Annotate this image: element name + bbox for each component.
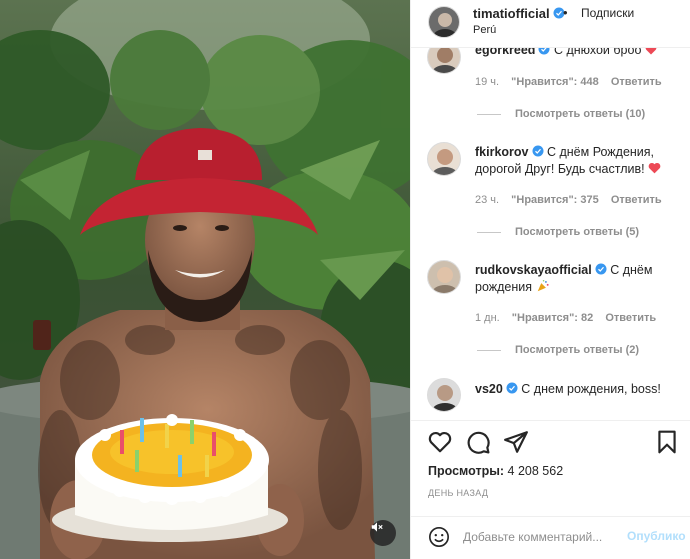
author-username-text: timatiofficial xyxy=(473,6,550,21)
view-replies-label: Посмотреть ответы (5) xyxy=(515,226,640,238)
comment-age[interactable]: 23 ч. xyxy=(475,194,499,206)
view-replies-button[interactable]: Посмотреть ответы (10) xyxy=(477,108,645,120)
replies-line xyxy=(477,231,501,233)
reply-button[interactable]: Ответить xyxy=(611,194,662,206)
view-replies-button[interactable]: Посмотреть ответы (2) xyxy=(477,344,639,356)
avatar-image xyxy=(428,143,460,175)
view-replies-label: Посмотреть ответы (10) xyxy=(515,108,646,120)
comment-input[interactable] xyxy=(463,527,623,547)
commenter-avatar[interactable] xyxy=(427,260,461,294)
post-location[interactable]: Perú xyxy=(473,24,496,36)
verified-badge-icon xyxy=(532,145,543,157)
video-frame xyxy=(0,0,410,559)
avatar-image xyxy=(428,261,460,293)
commenter-avatar[interactable] xyxy=(427,142,461,176)
comment-text-block: rudkovskayaofficial С днём рождения xyxy=(475,262,685,296)
reply-button[interactable]: Ответить xyxy=(605,312,656,324)
comment-username[interactable]: fkirkorov xyxy=(475,145,529,159)
paper-plane-icon[interactable] xyxy=(503,429,529,455)
avatar-image xyxy=(429,7,459,37)
views-label: Просмотры: xyxy=(428,464,505,478)
comment-likes[interactable]: "Нравится": 448 xyxy=(511,76,599,88)
comment-username[interactable]: egorkreed xyxy=(475,48,535,57)
verified-badge-icon xyxy=(538,48,550,55)
heart-emoji-icon xyxy=(645,48,657,55)
author-avatar[interactable] xyxy=(428,6,460,38)
comment-username[interactable]: rudkovskayaofficial xyxy=(475,263,592,277)
comment-likes[interactable]: "Нравится": 375 xyxy=(511,194,599,206)
header-separator: • xyxy=(563,5,568,20)
views-value: 4 208 562 xyxy=(507,464,564,478)
comment-age[interactable]: 19 ч. xyxy=(475,76,499,88)
comment-meta: 1 дн. "Нравится": 82 Ответить xyxy=(475,312,665,324)
comment-text-block: vs20 С днем рождения, boss! xyxy=(475,381,685,398)
verified-badge-icon xyxy=(595,263,607,275)
comment-text-block: fkirkorov С днём Рождения, дорогой Друг!… xyxy=(475,144,685,178)
post-timestamp[interactable]: ДЕНЬ НАЗАД xyxy=(428,488,488,498)
comment-likes[interactable]: "Нравится": 82 xyxy=(512,312,593,324)
views-count[interactable]: Просмотры: 4 208 562 xyxy=(428,464,563,478)
view-replies-label: Посмотреть ответы (2) xyxy=(515,344,640,356)
verified-badge-icon xyxy=(506,382,518,394)
comment-body: С днюхой броо xyxy=(553,48,642,57)
comment-meta: 23 ч. "Нравится": 375 Ответить xyxy=(475,194,671,206)
smiley-icon[interactable] xyxy=(428,526,450,548)
publish-button[interactable]: Опублико xyxy=(627,529,686,543)
post-media-video[interactable] xyxy=(0,0,410,559)
mute-button[interactable] xyxy=(370,520,396,546)
following-button[interactable]: Подписки xyxy=(581,6,634,20)
reply-button[interactable]: Ответить xyxy=(611,76,662,88)
view-replies-button[interactable]: Посмотреть ответы (5) xyxy=(477,226,639,238)
comment-meta: 19 ч. "Нравится": 448 Ответить xyxy=(475,76,671,88)
comment-icon[interactable] xyxy=(465,429,491,455)
comment-age[interactable]: 1 дн. xyxy=(475,312,500,324)
post-sidebar: timatiofficial • Подписки Perú egorkreed… xyxy=(410,0,690,559)
heart-outline-icon[interactable] xyxy=(427,429,453,455)
comment-text-block: egorkreed С днюхой броо xyxy=(475,48,685,59)
replies-line xyxy=(477,113,501,115)
author-username[interactable]: timatiofficial xyxy=(473,6,565,21)
post-actions: Просмотры: 4 208 562 ДЕНЬ НАЗАД xyxy=(411,420,690,516)
speaker-muted-icon xyxy=(371,522,383,532)
avatar-image xyxy=(428,48,460,73)
party-popper-emoji-icon xyxy=(537,279,549,292)
heart-emoji-icon xyxy=(648,162,661,174)
comment-composer: Опублико xyxy=(411,516,690,559)
commenter-avatar[interactable] xyxy=(427,378,461,412)
commenter-avatar[interactable] xyxy=(427,48,461,74)
bookmark-icon[interactable] xyxy=(654,429,680,455)
avatar-image xyxy=(428,379,460,411)
comments-list[interactable]: egorkreed С днюхой броо 19 ч. "Нравится"… xyxy=(411,48,690,419)
replies-line xyxy=(477,349,501,351)
comment-username[interactable]: vs20 xyxy=(475,382,503,396)
comment-body: С днем рождения, boss! xyxy=(521,382,661,396)
post-header: timatiofficial • Подписки Perú xyxy=(411,0,690,48)
